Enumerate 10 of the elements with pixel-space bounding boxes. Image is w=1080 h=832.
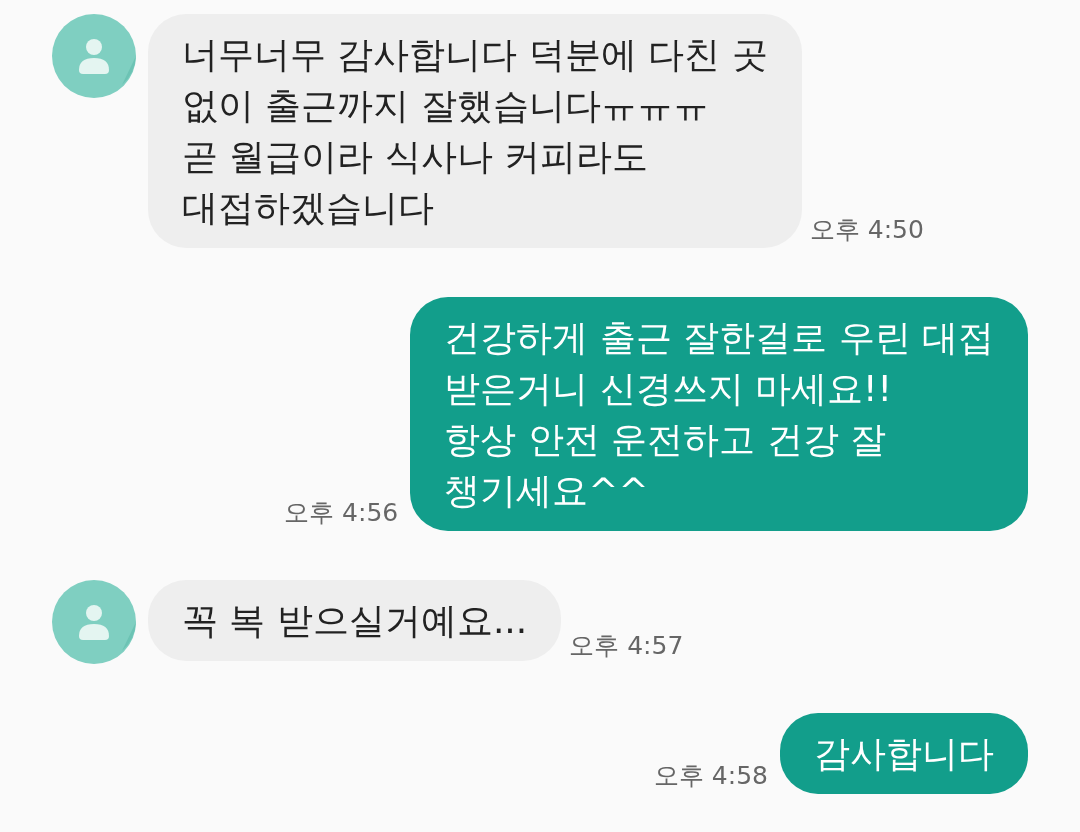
avatar-icon (52, 580, 136, 664)
message-bubble: 건강하게 출근 잘한걸로 우린 대접 받은거니 신경쓰지 마세요!! 항상 안전 운전하고 건강 잘 챙기세요^^ (410, 297, 1028, 531)
message-bubble: 감사합니다 (780, 713, 1028, 794)
message-bubble: 너무너무 감사합니다 덕분에 다친 곳 없이 출근까지 잘했습니다ㅠㅠㅠ 곧 월급이라 식사나 커피라도 대접하겠습니다 (148, 14, 802, 248)
message-time: 오후 4:57 (569, 630, 684, 662)
message-time: 오후 4:50 (809, 214, 924, 246)
message-time: 오후 4:56 (284, 497, 399, 529)
message-bubble: 꼭 복 받으실거예요... (148, 580, 562, 661)
message-time: 오후 4:58 (653, 760, 768, 792)
avatar-icon (52, 14, 136, 98)
